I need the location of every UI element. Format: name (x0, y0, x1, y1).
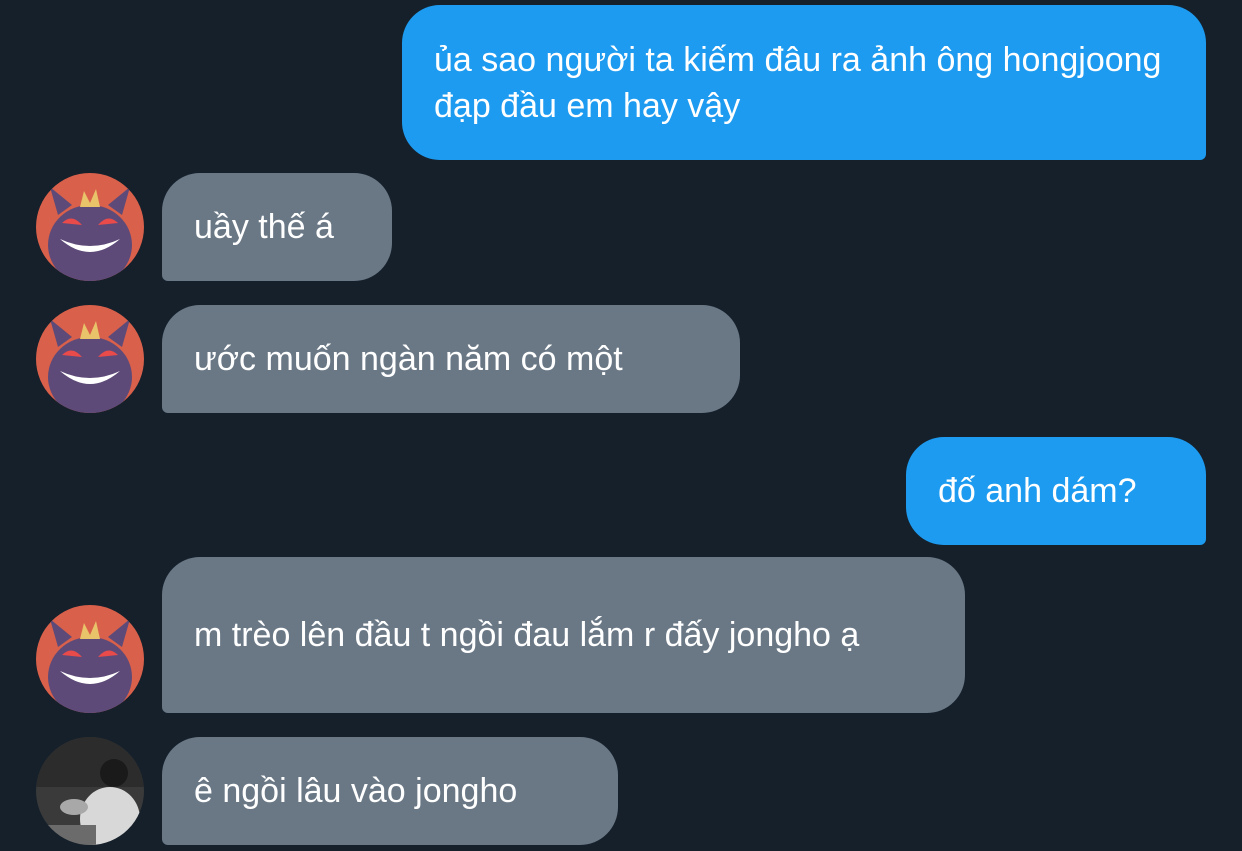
message-bubble-sent[interactable]: đố anh dám? (906, 437, 1206, 545)
chat-thread: ủa sao người ta kiếm đâu ra ảnh ông hong… (0, 0, 1242, 851)
message-text: ủa sao người ta kiếm đâu ra ảnh ông hong… (434, 40, 1162, 125)
gengar-avatar[interactable] (36, 605, 144, 713)
gengar-avatar[interactable] (36, 173, 144, 281)
message-text: m trèo lên đầu t ngồi đau lắm r đấy jong… (194, 616, 860, 654)
person-photo-avatar[interactable] (36, 737, 144, 845)
message-text: uầy thế á (194, 208, 334, 246)
gengar-avatar[interactable] (36, 305, 144, 413)
message-bubble-received[interactable]: uầy thế á (162, 173, 392, 281)
message-text: đố anh dám? (938, 472, 1137, 510)
message-bubble-sent[interactable]: ủa sao người ta kiếm đâu ra ảnh ông hong… (402, 5, 1206, 160)
message-bubble-received[interactable]: ước muốn ngàn năm có một (162, 305, 740, 413)
message-bubble-received[interactable]: ê ngồi lâu vào jongho (162, 737, 618, 845)
message-text: ước muốn ngàn năm có một (194, 340, 623, 378)
message-text: ê ngồi lâu vào jongho (194, 772, 518, 810)
message-bubble-received[interactable]: m trèo lên đầu t ngồi đau lắm r đấy jong… (162, 557, 965, 713)
